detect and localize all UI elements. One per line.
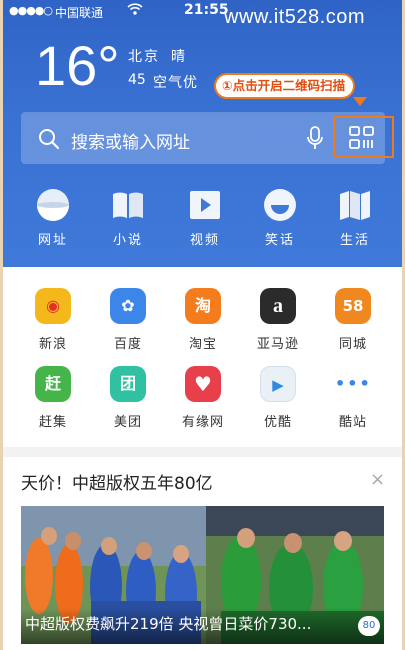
quick-link-novel[interactable]: 小说 bbox=[98, 188, 158, 248]
book-icon bbox=[111, 188, 145, 222]
temperature[interactable]: 16° bbox=[35, 38, 120, 94]
taobao-icon: 淘 bbox=[185, 288, 221, 324]
site-sina[interactable]: ◉ 新浪 bbox=[23, 288, 83, 352]
watermark: www.it528.com bbox=[224, 6, 365, 28]
site-58tongcheng[interactable]: 58 同城 bbox=[323, 288, 383, 352]
air-quality-label[interactable]: 空气优 bbox=[153, 72, 198, 92]
carrier-name: 中国联通 bbox=[55, 6, 104, 20]
close-icon[interactable]: × bbox=[370, 469, 385, 490]
globe-icon bbox=[36, 188, 70, 222]
site-youyuan[interactable]: ♥ 有缘网 bbox=[173, 366, 233, 430]
quick-link-life[interactable]: 生活 bbox=[325, 188, 385, 248]
amazon-icon: a bbox=[260, 288, 296, 324]
quick-link-label: 网址 bbox=[37, 233, 68, 248]
city-name[interactable]: 北京 bbox=[128, 46, 160, 66]
site-youku[interactable]: ▶ 优酷 bbox=[248, 366, 308, 430]
site-ganji[interactable]: 赶 赶集 bbox=[23, 366, 83, 430]
search-bar[interactable]: 搜索或输入网址 bbox=[21, 112, 385, 164]
search-placeholder[interactable]: 搜索或输入网址 bbox=[71, 128, 190, 153]
qr-scan-button[interactable] bbox=[333, 116, 394, 158]
site-label: 亚马逊 bbox=[256, 337, 299, 352]
tongcheng-icon: 58 bbox=[335, 288, 371, 324]
site-label: 新浪 bbox=[38, 337, 67, 352]
quick-link-label: 生活 bbox=[339, 233, 370, 248]
quick-link-label: 视频 bbox=[189, 233, 220, 248]
site-shortcuts: ◉ 新浪 ✿ 百度 淘 淘宝 a 亚马逊 58 同城 赶 赶集 团 美团 ♥ 有… bbox=[3, 280, 402, 430]
site-meituan[interactable]: 团 美团 bbox=[98, 366, 158, 430]
youku-icon: ▶ bbox=[260, 366, 296, 402]
play-icon bbox=[188, 188, 222, 222]
quick-links: 网址 小说 视频 笑话 生活 bbox=[3, 188, 402, 248]
wifi-icon bbox=[127, 2, 143, 19]
header-panel: ●●●●○ 中国联通 21:55 www.it528.com 16° 北京 晴 … bbox=[3, 0, 402, 267]
site-label: 有缘网 bbox=[181, 415, 224, 430]
site-label: 酷站 bbox=[338, 415, 367, 430]
smile-icon bbox=[263, 188, 297, 222]
quick-link-video[interactable]: 视频 bbox=[175, 188, 235, 248]
search-icon bbox=[38, 128, 60, 154]
site-label: 美团 bbox=[113, 415, 142, 430]
section-divider bbox=[3, 447, 402, 457]
annotation-callout: ①点击开启二维码扫描 bbox=[214, 73, 356, 99]
qr-scan-icon bbox=[349, 126, 375, 154]
clock: 21:55 bbox=[184, 2, 229, 18]
quick-link-label: 笑话 bbox=[264, 233, 295, 248]
meituan-icon: 团 bbox=[110, 366, 146, 402]
site-amazon[interactable]: a 亚马逊 bbox=[248, 288, 308, 352]
baidu-icon: ✿ bbox=[110, 288, 146, 324]
signal-strength: ●●●●○ bbox=[9, 4, 53, 17]
map-icon bbox=[338, 188, 372, 222]
site-label: 百度 bbox=[113, 337, 142, 352]
news-caption-bar: 中超版权费飙升219倍 央视曾日菜价730... 80 bbox=[21, 608, 384, 644]
news-headline[interactable]: 天价！中超版权五年80亿 bbox=[21, 469, 213, 494]
air-quality-value[interactable]: 45 bbox=[128, 72, 146, 88]
annotation-arrow bbox=[353, 97, 367, 106]
site-taobao[interactable]: 淘 淘宝 bbox=[173, 288, 233, 352]
more-dots-icon: ••• bbox=[335, 366, 371, 402]
quick-link-label: 小说 bbox=[112, 233, 143, 248]
site-label: 赶集 bbox=[38, 415, 67, 430]
weather-condition[interactable]: 晴 bbox=[171, 46, 185, 66]
quick-link-web[interactable]: 网址 bbox=[23, 188, 83, 248]
browser-home-screen: ●●●●○ 中国联通 21:55 www.it528.com 16° 北京 晴 … bbox=[3, 0, 402, 650]
site-label: 同城 bbox=[338, 337, 367, 352]
site-baidu[interactable]: ✿ 百度 bbox=[98, 288, 158, 352]
news-badge: 80 bbox=[358, 616, 380, 636]
news-image[interactable]: 中超版权费飙升219倍 央视曾日菜价730... 80 bbox=[21, 506, 384, 644]
heart-icon: ♥ bbox=[185, 366, 221, 402]
quick-link-jokes[interactable]: 笑话 bbox=[250, 188, 310, 248]
microphone-icon[interactable] bbox=[307, 126, 323, 156]
ganji-icon: 赶 bbox=[35, 366, 71, 402]
site-kuzhan[interactable]: ••• 酷站 bbox=[323, 366, 383, 430]
news-caption[interactable]: 中超版权费飙升219倍 央视曾日菜价730... bbox=[25, 613, 311, 634]
site-label: 淘宝 bbox=[188, 337, 217, 352]
site-label: 优酷 bbox=[263, 415, 292, 430]
sina-icon: ◉ bbox=[35, 288, 71, 324]
